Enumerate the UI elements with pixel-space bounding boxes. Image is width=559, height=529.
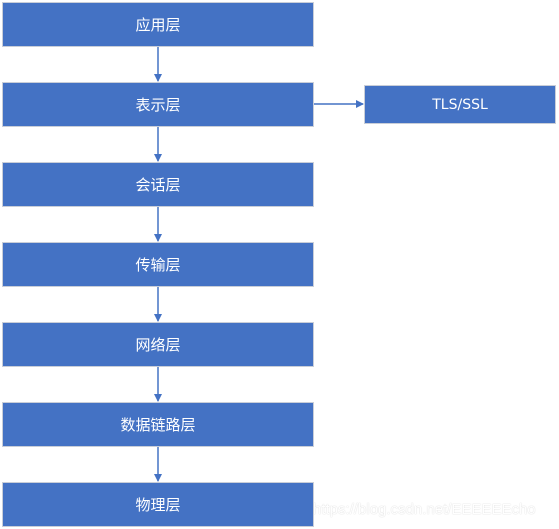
layer-data-link: 数据链路层: [2, 402, 314, 447]
layer-label: 应用层: [135, 16, 181, 34]
layer-label: 传输层: [135, 256, 181, 274]
layer-physical: 物理层: [2, 482, 314, 527]
layer-label: 数据链路层: [120, 416, 196, 434]
layer-application: 应用层: [2, 2, 314, 47]
layer-label: 表示层: [135, 96, 181, 114]
layer-label: 物理层: [135, 496, 181, 514]
tls-ssl-box: TLS/SSL: [364, 85, 556, 124]
layer-network: 网络层: [2, 322, 314, 367]
watermark: https://blog.csdn.net/EEEEEEcho: [313, 501, 536, 518]
layer-transport: 传输层: [2, 242, 314, 287]
layer-label: 会话层: [135, 176, 181, 194]
layer-label: 网络层: [135, 336, 181, 354]
tls-ssl-label: TLS/SSL: [432, 96, 488, 113]
layer-presentation: 表示层: [2, 82, 314, 127]
layer-session: 会话层: [2, 162, 314, 207]
